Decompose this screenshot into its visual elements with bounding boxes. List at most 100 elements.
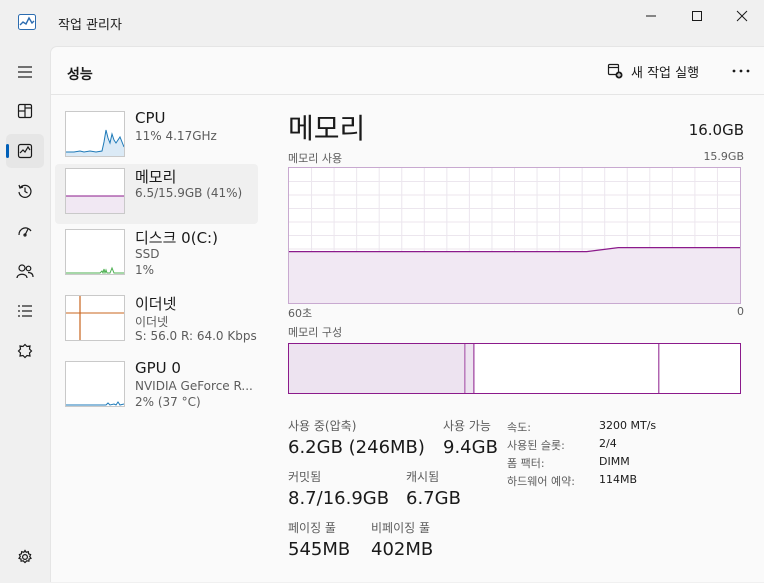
more-icon	[732, 69, 750, 73]
graph-axis-left: 60초	[288, 307, 313, 320]
more-options-button[interactable]	[729, 59, 753, 83]
page-header: 성능 새 작업 실행	[51, 47, 764, 95]
spec-reserved-key: 하드웨어 예약:	[507, 475, 575, 488]
run-new-task-button[interactable]: 새 작업 실행	[607, 59, 699, 83]
performance-icon	[17, 143, 33, 159]
maximize-button[interactable]	[674, 6, 720, 26]
spec-slots-key: 사용된 슬롯:	[507, 439, 565, 452]
memory-usage-graph	[288, 167, 741, 304]
spec-reserved-value: 114MB	[599, 473, 638, 486]
disk-thumbnail	[65, 229, 125, 275]
details-icon	[18, 305, 32, 317]
resource-gpu[interactable]: GPU 0 NVIDIA GeForce R... 2% (37 °C)	[55, 357, 258, 417]
cached-value: 6.7GB	[406, 488, 461, 509]
nav-startup-apps[interactable]	[6, 214, 44, 248]
minimize-button[interactable]	[628, 6, 674, 26]
ethernet-sparkline	[66, 296, 124, 340]
resource-list: CPU 11% 4.17GHz 메모리 6.5/15.9GB (41%) 디스크…	[51, 95, 266, 583]
resource-ethernet[interactable]: 이더넷 이더넷 S: 56.0 R: 64.0 Kbps	[55, 291, 258, 351]
users-icon	[16, 264, 34, 279]
nav-app-history[interactable]	[6, 174, 44, 208]
ethernet-thumbnail	[65, 295, 125, 341]
disk-sparkline	[66, 266, 124, 274]
main-content: 성능 새 작업 실행 CPU 11% 4.17GHz 메모리 6.5/15.9G…	[50, 46, 764, 582]
spec-form-factor-value: DIMM	[599, 455, 630, 468]
resource-name: GPU 0	[135, 359, 181, 377]
memory-composition-bar	[288, 343, 741, 394]
memory-thumbnail	[65, 168, 125, 214]
nav-processes[interactable]	[6, 94, 44, 128]
composition-label: 메모리 구성	[288, 326, 343, 339]
composition-in-use	[289, 344, 465, 393]
spec-speed-value: 3200 MT/s	[599, 419, 657, 432]
menu-button[interactable]	[6, 55, 44, 89]
resource-model: NVIDIA GeForce R...	[135, 379, 253, 393]
close-icon	[736, 10, 748, 22]
usage-graph-canvas	[289, 168, 740, 303]
resource-disk[interactable]: 디스크 0(C:) SSD 1%	[55, 225, 258, 285]
new-task-icon	[607, 63, 623, 79]
nav-users[interactable]	[6, 254, 44, 288]
resource-type: SSD	[135, 247, 160, 261]
resource-detail: 11% 4.17GHz	[135, 129, 217, 143]
close-button[interactable]	[719, 6, 764, 26]
composition-canvas	[289, 344, 660, 393]
resource-detail: 6.5/15.9GB (41%)	[135, 186, 243, 200]
usage-graph-max: 15.9GB	[703, 150, 744, 163]
nav-services[interactable]	[6, 334, 44, 368]
resource-adapter: 이더넷	[135, 315, 169, 329]
cpu-thumbnail	[65, 111, 125, 157]
services-icon	[17, 343, 33, 359]
usage-area	[289, 247, 740, 303]
memory-capacity: 16.0GB	[688, 121, 744, 139]
paged-pool-label: 페이징 풀	[288, 521, 336, 535]
composition-modified	[464, 344, 474, 393]
memory-detail-panel: 메모리 16.0GB 메모리 사용 15.9GB 60초 0 메모리 구성 사용…	[288, 95, 748, 583]
nav-details[interactable]	[6, 294, 44, 328]
task-manager-icon	[18, 14, 36, 30]
committed-value: 8.7/16.9GB	[288, 488, 390, 509]
resource-detail: 2% (37 °C)	[135, 395, 201, 409]
startup-apps-icon	[18, 227, 32, 237]
usage-graph-label: 메모리 사용	[288, 152, 343, 165]
in-use-label: 사용 중(압축)	[288, 419, 357, 433]
settings-icon	[18, 549, 32, 564]
in-use-value: 6.2GB (246MB)	[288, 437, 425, 458]
available-label: 사용 가능	[443, 419, 491, 433]
resource-name: 메모리	[135, 168, 177, 186]
menu-icon	[18, 66, 32, 78]
active-indicator	[6, 144, 9, 158]
page-title: 성능	[67, 67, 93, 83]
title-bar: 작업 관리자	[0, 0, 764, 46]
app-history-icon	[18, 184, 32, 198]
cached-label: 캐시됨	[406, 470, 440, 484]
nonpaged-pool-value: 402MB	[371, 539, 434, 560]
maximize-icon	[692, 11, 702, 21]
graph-axis-right: 0	[737, 305, 744, 318]
detail-title: 메모리	[288, 112, 366, 145]
minimize-icon	[646, 15, 656, 17]
navigation-rail	[0, 46, 50, 582]
committed-label: 커밋됨	[288, 470, 322, 484]
gpu-thumbnail	[65, 361, 125, 407]
resource-name: CPU	[135, 109, 166, 127]
spec-speed-key: 속도:	[507, 421, 531, 434]
resource-detail: 1%	[135, 263, 155, 277]
resource-name: 이더넷	[135, 295, 177, 313]
processes-icon	[17, 103, 33, 119]
nav-performance[interactable]	[6, 134, 44, 168]
run-new-task-label: 새 작업 실행	[631, 65, 700, 81]
cpu-sparkline	[66, 112, 124, 156]
window-title: 작업 관리자	[58, 18, 122, 33]
gpu-sparkline	[66, 401, 124, 406]
available-value: 9.4GB	[443, 437, 498, 458]
nonpaged-pool-label: 비페이징 풀	[371, 521, 431, 535]
resource-cpu[interactable]: CPU 11% 4.17GHz	[55, 107, 258, 167]
resource-detail: S: 56.0 R: 64.0 Kbps	[135, 329, 257, 343]
nav-settings[interactable]	[6, 540, 44, 574]
spec-form-factor-key: 폼 팩터:	[507, 457, 545, 470]
memory-sparkline	[66, 195, 124, 213]
resource-memory[interactable]: 메모리 6.5/15.9GB (41%)	[55, 164, 258, 224]
spec-slots-value: 2/4	[599, 437, 617, 450]
paged-pool-value: 545MB	[288, 539, 351, 560]
